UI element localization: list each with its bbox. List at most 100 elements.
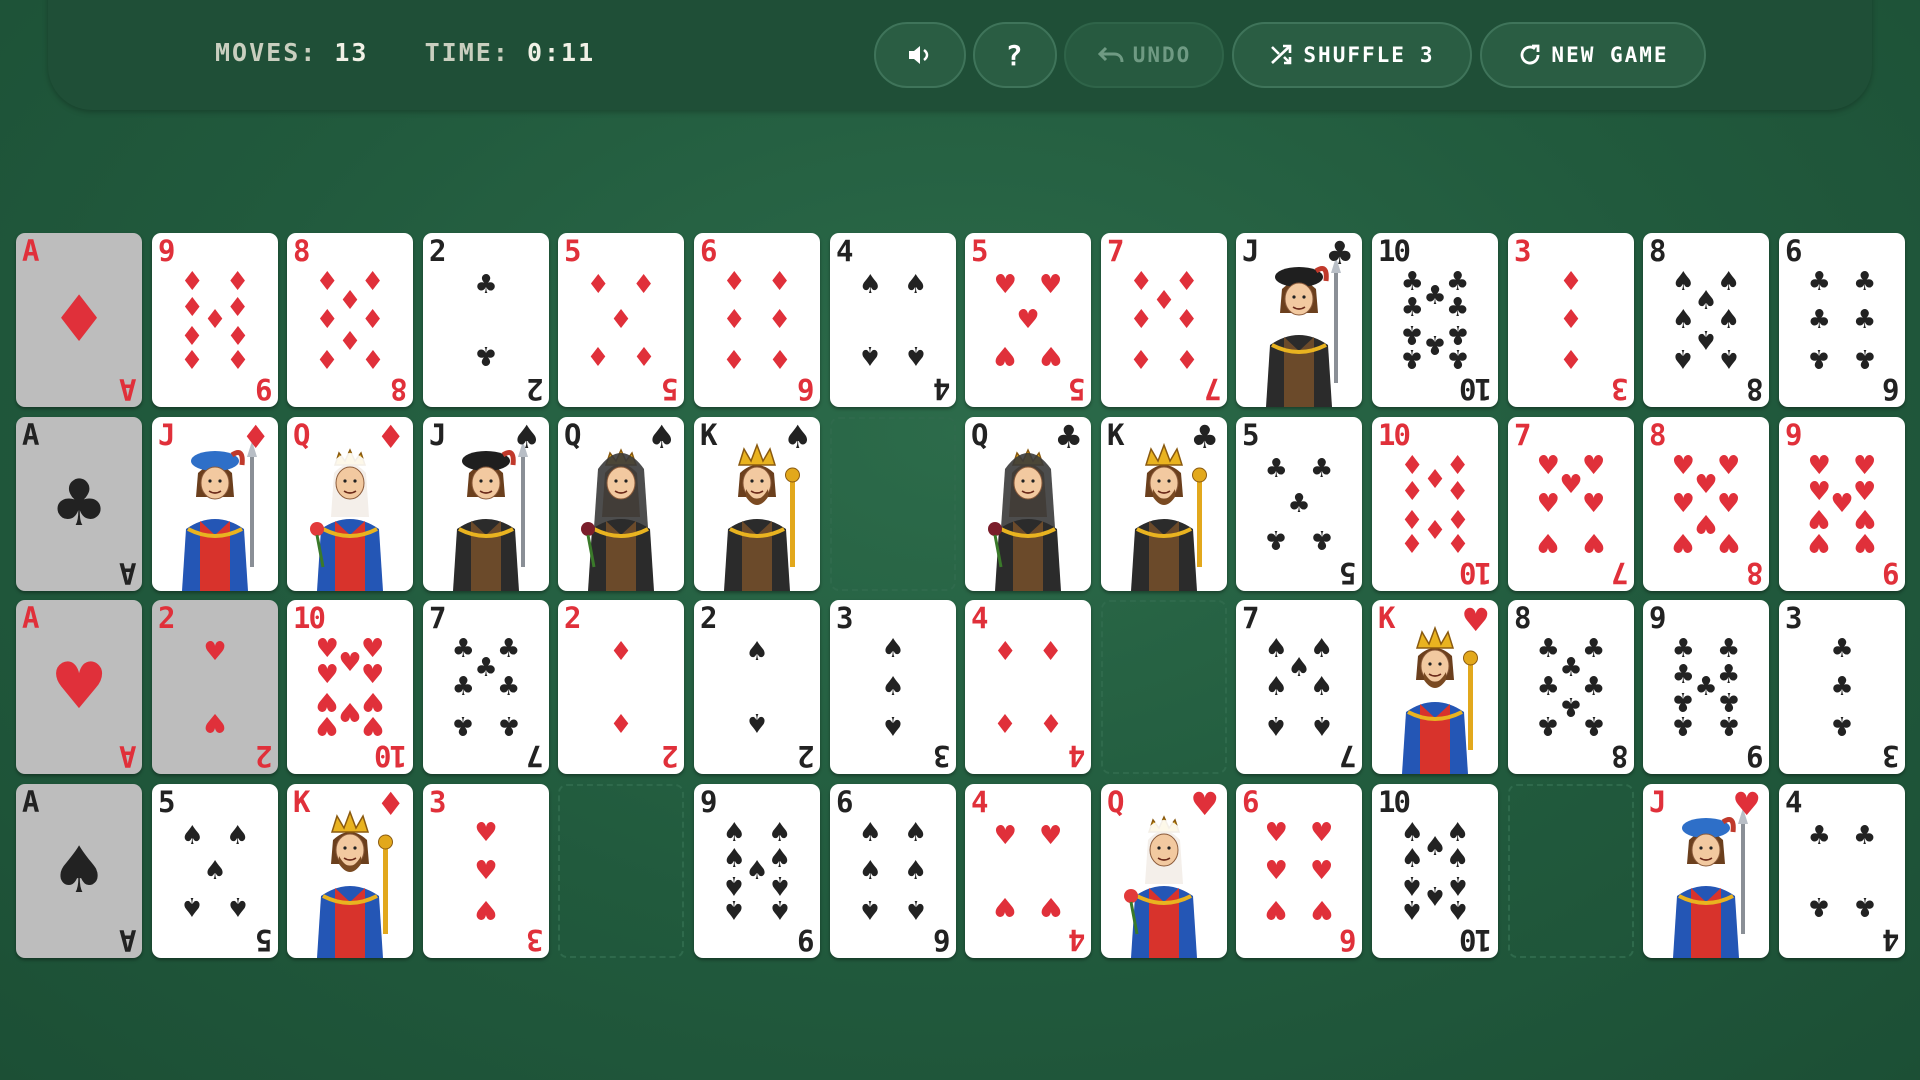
- 9-of-diamonds-card[interactable]: 9 9 ♦ ♦ ♦ ♦ ♦ ♦ ♦ ♦ ♦: [152, 233, 278, 407]
- card-rank: Q: [971, 418, 989, 452]
- 6-of-hearts-card[interactable]: 6 6 ♥ ♥ ♥ ♥ ♥ ♥: [1236, 784, 1362, 958]
- heart-icon: ♥: [1461, 601, 1490, 639]
- ace-of-clubs-card[interactable]: A A ♣: [16, 417, 142, 591]
- 6-of-clubs-card[interactable]: 6 6 ♣ ♣ ♣ ♣ ♣ ♣: [1779, 233, 1905, 407]
- club-icon: ♣: [1400, 343, 1424, 374]
- spade-icon: ♠: [226, 821, 250, 852]
- jack-of-diamonds-card[interactable]: ♦ J: [152, 417, 278, 591]
- card-rank-inverted: 5: [256, 923, 272, 957]
- card-rank-inverted: A: [120, 372, 136, 406]
- 5-of-diamonds-card[interactable]: 5 5 ♦ ♦ ♦ ♦ ♦: [558, 233, 684, 407]
- moves-value: 13: [334, 38, 369, 67]
- 8-of-clubs-card[interactable]: 8 8 ♣ ♣ ♣ ♣ ♣ ♣ ♣ ♣: [1508, 600, 1634, 774]
- club-icon: ♣: [1807, 890, 1831, 921]
- king-of-clubs-card[interactable]: ♣ K: [1101, 417, 1227, 591]
- queen-of-diamonds-card[interactable]: ♦ Q: [287, 417, 413, 591]
- 8-of-diamonds-card[interactable]: 8 8 ♦ ♦ ♦ ♦ ♦ ♦ ♦ ♦: [287, 233, 413, 407]
- shuffle-button[interactable]: SHUFFLE 3: [1232, 22, 1472, 88]
- spade-icon: ♠: [1264, 672, 1288, 702]
- 4-of-hearts-card[interactable]: 4 4 ♥ ♥ ♥ ♥: [965, 784, 1091, 958]
- club-icon: ♣: [1671, 659, 1695, 690]
- club-icon: ♣: [1582, 710, 1606, 741]
- 4-of-diamonds-card[interactable]: 4 4 ♦ ♦ ♦ ♦: [965, 600, 1091, 774]
- diamond-icon: ♦: [632, 339, 656, 370]
- 5-of-spades-card[interactable]: 5 5 ♠ ♠ ♠ ♠ ♠: [152, 784, 278, 958]
- spade-icon: ♠: [858, 894, 882, 925]
- empty-slot[interactable]: [1101, 600, 1227, 774]
- queen-of-hearts-card[interactable]: ♥ Q: [1101, 784, 1227, 958]
- club-icon: ♣: [1310, 523, 1334, 554]
- 10-of-hearts-card[interactable]: 10 10 ♥ ♥ ♥ ♥ ♥ ♥ ♥ ♥ ♥ ♥: [287, 600, 413, 774]
- 10-of-spades-card[interactable]: 10 10 ♠ ♠ ♠ ♠ ♠ ♠ ♠ ♠ ♠ ♠: [1372, 784, 1498, 958]
- diamond-icon: ♦: [768, 343, 792, 374]
- 4-of-spades-card[interactable]: 4 4 ♠ ♠ ♠ ♠: [830, 233, 956, 407]
- diamond-icon: ♦: [1129, 266, 1153, 297]
- 10-of-diamonds-card[interactable]: 10 10 ♦ ♦ ♦ ♦ ♦ ♦ ♦ ♦ ♦ ♦: [1372, 417, 1498, 591]
- jack-of-spades-card[interactable]: ♠ J: [423, 417, 549, 591]
- empty-slot[interactable]: [1508, 784, 1634, 958]
- 5-of-hearts-card[interactable]: 5 5 ♥ ♥ ♥ ♥ ♥: [965, 233, 1091, 407]
- 6-of-diamonds-card[interactable]: 6 6 ♦ ♦ ♦ ♦ ♦ ♦: [694, 233, 820, 407]
- 2-of-spades-card[interactable]: 2 2 ♠ ♠: [694, 600, 820, 774]
- ace-of-diamonds-card[interactable]: A A ♦: [16, 233, 142, 407]
- king-of-spades-card[interactable]: ♠ K: [694, 417, 820, 591]
- king-of-diamonds-card[interactable]: ♦ K: [287, 784, 413, 958]
- 7-of-spades-card[interactable]: 7 7 ♠ ♠ ♠ ♠ ♠ ♠ ♠: [1236, 600, 1362, 774]
- ace-of-spades-card[interactable]: A A ♠: [16, 784, 142, 958]
- king-of-hearts-card[interactable]: ♥ K: [1372, 600, 1498, 774]
- empty-slot[interactable]: [830, 417, 956, 591]
- spade-icon: ♠: [1310, 710, 1334, 741]
- spade-icon: ♠: [1446, 843, 1470, 874]
- card-rank-inverted: 2: [527, 372, 543, 406]
- spade-icon: ♠: [881, 710, 905, 741]
- card-rank: Q: [564, 418, 582, 452]
- jack-of-hearts-card[interactable]: ♥ J: [1643, 784, 1769, 958]
- 2-of-hearts-card[interactable]: 2 2 ♥ ♥: [152, 600, 278, 774]
- 3-of-clubs-card[interactable]: 3 3 ♣ ♣ ♣: [1779, 600, 1905, 774]
- spade-icon: ♠: [881, 672, 905, 702]
- 9-of-spades-card[interactable]: 9 9 ♠ ♠ ♠ ♠ ♠ ♠ ♠ ♠ ♠: [694, 784, 820, 958]
- new-game-button[interactable]: NEW GAME: [1480, 22, 1706, 88]
- card-rank-inverted: 10: [376, 739, 407, 773]
- card-rank: 7: [1514, 418, 1532, 452]
- 9-of-hearts-card[interactable]: 9 9 ♥ ♥ ♥ ♥ ♥ ♥ ♥ ♥ ♥: [1779, 417, 1905, 591]
- 2-of-clubs-card[interactable]: 2 2 ♣ ♣: [423, 233, 549, 407]
- undo-button[interactable]: UNDO: [1064, 22, 1224, 88]
- 6-of-spades-card[interactable]: 6 6 ♠ ♠ ♠ ♠ ♠ ♠: [830, 784, 956, 958]
- club-icon: ♣: [50, 467, 108, 541]
- 9-of-clubs-card[interactable]: 9 9 ♣ ♣ ♣ ♣ ♣ ♣ ♣ ♣ ♣: [1643, 600, 1769, 774]
- 3-of-hearts-card[interactable]: 3 3 ♥ ♥ ♥: [423, 784, 549, 958]
- club-icon: ♣: [1190, 418, 1219, 456]
- 7-of-diamonds-card[interactable]: 7 7 ♦ ♦ ♦ ♦ ♦ ♦ ♦: [1101, 233, 1227, 407]
- speaker-icon: [906, 43, 934, 67]
- spade-icon: ♠: [722, 843, 746, 874]
- 7-of-hearts-card[interactable]: 7 7 ♥ ♥ ♥ ♥ ♥ ♥ ♥: [1508, 417, 1634, 591]
- sound-button[interactable]: [874, 22, 966, 88]
- club-icon: ♣: [1446, 266, 1470, 297]
- 7-of-clubs-card[interactable]: 7 7 ♣ ♣ ♣ ♣ ♣ ♣ ♣: [423, 600, 549, 774]
- jack-of-clubs-card[interactable]: ♣ J: [1236, 233, 1362, 407]
- help-button[interactable]: ?: [973, 22, 1057, 88]
- 3-of-spades-card[interactable]: 3 3 ♠ ♠ ♠: [830, 600, 956, 774]
- diamond-icon: ♦: [609, 305, 633, 335]
- diamond-icon: ♦: [722, 266, 746, 297]
- 10-of-clubs-card[interactable]: 10 10 ♣ ♣ ♣ ♣ ♣ ♣ ♣ ♣ ♣ ♣: [1372, 233, 1498, 407]
- heart-icon: ♥: [993, 890, 1017, 921]
- 8-of-hearts-card[interactable]: 8 8 ♥ ♥ ♥ ♥ ♥ ♥ ♥ ♥: [1643, 417, 1769, 591]
- queen-of-spades-card[interactable]: ♠ Q: [558, 417, 684, 591]
- 5-of-clubs-card[interactable]: 5 5 ♣ ♣ ♣ ♣ ♣: [1236, 417, 1362, 591]
- diamond-icon: ♦: [768, 266, 792, 297]
- card-rank-inverted: 4: [1069, 739, 1085, 773]
- club-icon: ♣: [1853, 343, 1877, 374]
- ace-of-hearts-card[interactable]: A A ♥: [16, 600, 142, 774]
- club-icon: ♣: [1264, 523, 1288, 554]
- heart-icon: ♥: [315, 633, 339, 664]
- diamond-icon: ♦: [338, 285, 362, 316]
- 8-of-spades-card[interactable]: 8 8 ♠ ♠ ♠ ♠ ♠ ♠ ♠ ♠: [1643, 233, 1769, 407]
- queen-of-clubs-card[interactable]: ♣ Q: [965, 417, 1091, 591]
- empty-slot[interactable]: [558, 784, 684, 958]
- card-rank-inverted: 6: [934, 923, 950, 957]
- 4-of-clubs-card[interactable]: 4 4 ♣ ♣ ♣ ♣: [1779, 784, 1905, 958]
- 2-of-diamonds-card[interactable]: 2 2 ♦ ♦: [558, 600, 684, 774]
- 3-of-diamonds-card[interactable]: 3 3 ♦ ♦ ♦: [1508, 233, 1634, 407]
